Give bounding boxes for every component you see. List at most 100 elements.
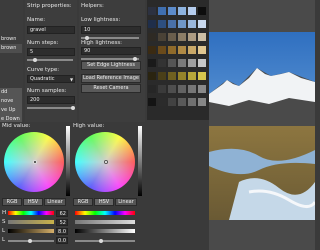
mid-lightness-bar[interactable] (66, 126, 70, 196)
high-lightness-field[interactable]: 90 (81, 47, 141, 55)
palette-swatch[interactable] (148, 85, 156, 93)
mid-value-label: Mid value: (2, 123, 31, 129)
palette-swatch[interactable] (178, 59, 186, 67)
l-value[interactable]: 8.0 (56, 228, 68, 235)
steps-field[interactable]: 5 (27, 48, 75, 56)
palette-swatch[interactable] (158, 59, 166, 67)
helpers-header: Helpers: (81, 3, 104, 9)
palette-swatch[interactable] (158, 46, 166, 54)
palette-swatch[interactable] (188, 46, 196, 54)
palette-swatch[interactable] (158, 33, 166, 41)
curve-select[interactable]: Quadratic (27, 75, 75, 83)
tab-linear[interactable]: Linear (115, 198, 137, 206)
palette-swatch[interactable] (198, 59, 206, 67)
palette-swatch[interactable] (168, 59, 176, 67)
palette-swatch[interactable] (158, 98, 166, 106)
palette-swatch[interactable] (198, 72, 206, 80)
s-label: S (2, 219, 6, 225)
tab-rgb[interactable]: RGB (2, 198, 22, 206)
high-saturation-slider[interactable] (75, 220, 135, 224)
reset-camera-button[interactable]: Reset Camera (81, 84, 141, 93)
palette-swatch[interactable] (198, 33, 206, 41)
low-lightness-slider[interactable] (81, 37, 139, 39)
tab-linear[interactable]: Linear (44, 198, 66, 206)
reference-photo (209, 32, 315, 220)
list-item[interactable]: brown (0, 35, 22, 44)
palette-swatch[interactable] (178, 20, 186, 28)
tab-rgb[interactable]: RGB (73, 198, 93, 206)
palette-swatch[interactable] (178, 7, 186, 15)
name-field[interactable]: gravel (27, 26, 75, 34)
palette-swatch[interactable] (148, 33, 156, 41)
high-hue-slider[interactable] (75, 211, 135, 215)
h-value[interactable]: 62 (56, 210, 68, 217)
palette-swatch[interactable] (188, 72, 196, 80)
palette-swatch[interactable] (158, 7, 166, 15)
palette-swatch[interactable] (198, 85, 206, 93)
palette-swatch[interactable] (158, 85, 166, 93)
high-side-slider[interactable] (75, 240, 135, 242)
low-lightness-field[interactable]: 10 (81, 26, 141, 34)
palette-swatch[interactable] (198, 46, 206, 54)
load-reference-image-button[interactable]: Load Reference Image (81, 74, 141, 83)
side-l-thumb[interactable] (28, 239, 32, 243)
samples-slider-thumb[interactable] (71, 106, 75, 110)
high-wheel-marker[interactable] (104, 160, 108, 164)
palette-swatch[interactable] (198, 20, 206, 28)
palette-swatch[interactable] (198, 98, 206, 106)
tab-hsv[interactable]: HSV (23, 198, 43, 206)
remove-button[interactable]: nove (0, 97, 22, 106)
steps-label: Num steps: (27, 40, 59, 46)
preset-list[interactable]: brown brown dd nove ve Up e Down (0, 0, 23, 124)
palette-swatch[interactable] (188, 33, 196, 41)
palette-swatch[interactable] (188, 59, 196, 67)
palette-swatch[interactable] (178, 85, 186, 93)
tab-hsv[interactable]: HSV (94, 198, 114, 206)
saturation-slider[interactable] (8, 220, 54, 224)
mid-wheel-marker[interactable] (33, 160, 37, 164)
high-lightness-slider[interactable] (81, 58, 139, 60)
palette-swatch[interactable] (158, 72, 166, 80)
palette-swatch[interactable] (188, 20, 196, 28)
s-value[interactable]: 52 (56, 219, 68, 226)
add-button[interactable]: dd (0, 88, 22, 97)
helpers-panel: Helpers: Low lightness: 10 High lightnes… (79, 0, 145, 122)
reference-image-viewport[interactable] (209, 0, 315, 250)
palette-swatch[interactable] (168, 46, 176, 54)
palette-swatch[interactable] (198, 7, 206, 15)
samples-field[interactable]: 200 (27, 96, 75, 104)
samples-slider[interactable] (27, 107, 73, 109)
palette-swatch[interactable] (148, 46, 156, 54)
palette-swatch[interactable] (168, 98, 176, 106)
palette-swatch[interactable] (148, 7, 156, 15)
palette-swatch[interactable] (168, 85, 176, 93)
high-lightness-bar[interactable] (138, 126, 142, 196)
list-item[interactable] (0, 62, 22, 71)
palette-swatch[interactable] (178, 72, 186, 80)
palette-swatch[interactable] (158, 20, 166, 28)
side-l-value[interactable]: 0.0 (56, 237, 68, 244)
palette-swatch[interactable] (188, 98, 196, 106)
steps-slider-thumb[interactable] (33, 58, 37, 62)
palette-swatch[interactable] (188, 7, 196, 15)
high-lightness-slider[interactable] (75, 229, 135, 233)
palette-swatch[interactable] (178, 46, 186, 54)
palette-swatch[interactable] (168, 7, 176, 15)
set-edge-lightness-button[interactable]: Set Edge Lightness (81, 61, 141, 70)
lightness-slider[interactable] (8, 229, 54, 233)
palette-swatch[interactable] (178, 98, 186, 106)
palette-swatch[interactable] (168, 33, 176, 41)
palette-swatch[interactable] (148, 59, 156, 67)
list-item[interactable]: brown (0, 44, 22, 53)
move-up-button[interactable]: ve Up (0, 106, 22, 115)
palette-swatch[interactable] (188, 85, 196, 93)
palette-swatch[interactable] (178, 33, 186, 41)
list-item[interactable] (0, 53, 22, 62)
palette-swatch[interactable] (148, 20, 156, 28)
palette-swatch[interactable] (168, 20, 176, 28)
palette-swatch[interactable] (148, 98, 156, 106)
palette-swatch[interactable] (168, 72, 176, 80)
hue-slider[interactable] (8, 211, 54, 215)
palette-swatch[interactable] (148, 72, 156, 80)
high-side-thumb[interactable] (99, 239, 103, 243)
